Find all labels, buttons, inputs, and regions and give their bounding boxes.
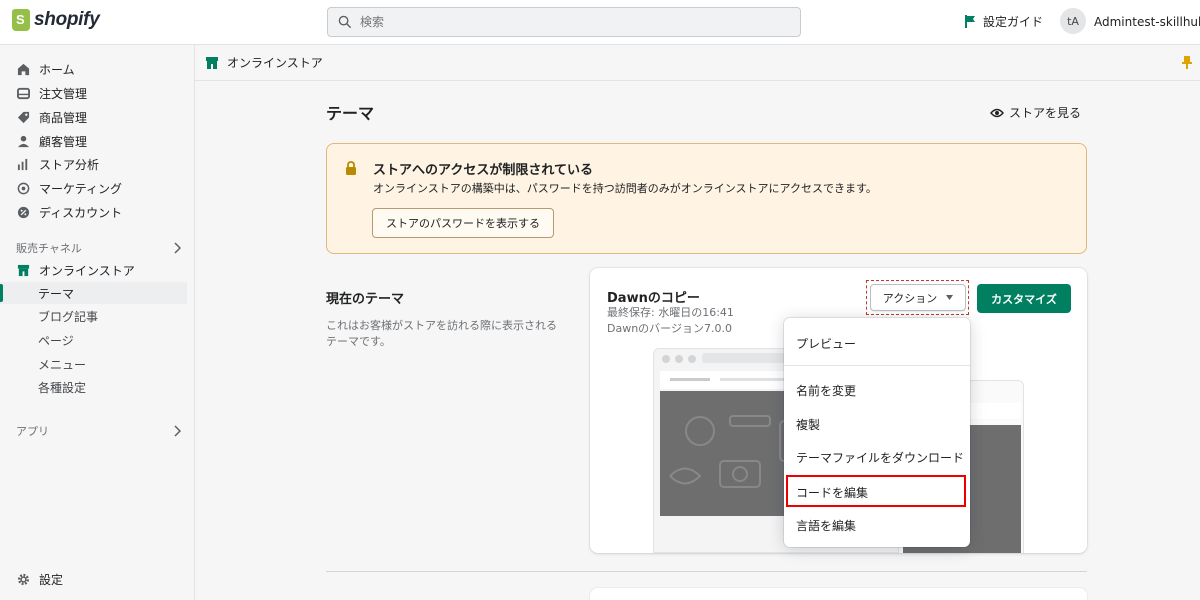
menu-item-edit-languages[interactable]: 言語を編集 <box>796 517 856 534</box>
lock-icon <box>346 161 356 175</box>
sales-channels-label: 販売チャネル <box>16 242 82 255</box>
setup-guide-label: 設定ガイド <box>983 15 1044 29</box>
actions-dropdown-menu: プレビュー 名前を変更 複製 テーマファイルをダウンロード コードを編集 言語を… <box>784 318 970 547</box>
sidebar-item-label: 商品管理 <box>39 110 88 125</box>
shopify-logo[interactable]: shopify <box>12 9 100 31</box>
theme-name: Dawnのコピー <box>607 291 700 306</box>
chevron-right-icon <box>174 425 181 437</box>
banner-title: ストアへのアクセスが制限されている <box>373 163 593 178</box>
gear-icon <box>16 572 30 586</box>
actions-button-label: アクション <box>882 291 938 305</box>
page-title: テーマ <box>326 104 375 123</box>
discount-icon <box>16 205 30 219</box>
sidebar: ホーム 注文管理 商品管理 顧客管理 ストア分析 マーケティング ディスカウント… <box>0 45 195 600</box>
browser-dots <box>662 355 696 363</box>
access-restricted-banner: ストアへのアクセスが制限されている オンラインストアの構築中は、パスワードを持つ… <box>326 143 1087 254</box>
search-icon <box>338 15 352 29</box>
banner-description: オンラインストアの構築中は、パスワードを持つ訪問者のみがオンラインストアにアクセ… <box>373 182 877 195</box>
sidebar-item-label: 顧客管理 <box>39 134 88 149</box>
menu-item-preview[interactable]: プレビュー <box>796 335 856 352</box>
view-store-link[interactable]: ストアを見る <box>990 104 1081 121</box>
apps-header[interactable]: アプリ <box>16 423 181 439</box>
sidebar-item-preferences[interactable]: 各種設定 <box>0 376 187 398</box>
sidebar-item-label: 設定 <box>39 572 64 587</box>
online-store-bar: オンラインストア <box>195 45 1200 81</box>
sales-channels-header[interactable]: 販売チャネル <box>16 240 181 256</box>
sidebar-item-customers[interactable]: 顧客管理 <box>0 130 187 152</box>
sidebar-item-products[interactable]: 商品管理 <box>0 106 187 128</box>
eye-icon <box>990 108 1004 117</box>
store-icon <box>206 56 218 69</box>
search-input[interactable] <box>360 15 760 29</box>
sidebar-item-settings[interactable]: 設定 <box>0 568 187 590</box>
sidebar-subitem-label: メニュー <box>38 357 87 372</box>
sidebar-subitem-label: テーマ <box>38 286 75 301</box>
sidebar-item-pages[interactable]: ページ <box>0 329 187 351</box>
section-divider <box>326 571 1087 572</box>
current-theme-heading: 現在のテーマ <box>326 292 405 307</box>
target-icon <box>16 181 30 195</box>
logo-text: shopify <box>34 9 100 30</box>
theme-last-saved: 最終保存: 水曜日の16:41 <box>607 306 734 319</box>
menu-divider <box>784 365 970 366</box>
sidebar-item-label: ストア分析 <box>39 157 100 172</box>
top-bar: shopify 設定ガイド tA Admintest-skillhubス <box>0 0 1200 45</box>
current-theme-description: これはお客様がストアを訪れる際に表示されるテーマです。 <box>326 319 557 348</box>
setup-guide-button[interactable]: 設定ガイド <box>964 13 1043 30</box>
menu-item-download-theme-file[interactable]: テーマファイルをダウンロード <box>796 449 964 466</box>
flag-icon <box>965 15 975 28</box>
customize-button[interactable]: カスタマイズ <box>977 284 1071 313</box>
inbox-icon <box>16 86 30 100</box>
sidebar-subitem-label: 各種設定 <box>38 380 87 395</box>
bar-chart-icon <box>16 157 30 171</box>
sidebar-subitem-label: ブログ記事 <box>38 309 99 324</box>
sidebar-item-home[interactable]: ホーム <box>0 58 187 80</box>
view-store-label: ストアを見る <box>1009 106 1082 120</box>
tag-icon <box>16 110 30 124</box>
sidebar-item-label: ディスカウント <box>39 205 123 220</box>
sidebar-item-label: マーケティング <box>39 181 123 196</box>
chevron-right-icon <box>174 242 181 254</box>
sidebar-item-label: ホーム <box>39 62 75 77</box>
sidebar-subitem-label: ページ <box>38 333 74 348</box>
sidebar-item-orders[interactable]: 注文管理 <box>0 82 187 104</box>
person-icon <box>16 134 30 148</box>
avatar: tA <box>1060 8 1086 34</box>
sidebar-item-online-store[interactable]: オンラインストア <box>0 259 187 281</box>
menu-item-duplicate[interactable]: 複製 <box>796 416 820 433</box>
account-menu[interactable]: tA Admintest-skillhubス <box>1060 8 1200 34</box>
menu-item-edit-code[interactable]: コードを編集 <box>796 484 868 501</box>
caret-down-icon <box>946 295 954 300</box>
store-bar-title: オンラインストア <box>227 56 323 70</box>
store-icon <box>16 263 30 277</box>
theme-version: Dawnのバージョン7.0.0 <box>607 322 732 335</box>
actions-button[interactable]: アクション <box>870 284 966 311</box>
apps-label: アプリ <box>16 425 49 438</box>
actions-button-focus-outline: アクション <box>866 280 969 315</box>
sidebar-item-marketing[interactable]: マーケティング <box>0 177 187 199</box>
menu-item-rename[interactable]: 名前を変更 <box>796 382 856 399</box>
account-name: Admintest-skillhubス <box>1094 14 1200 29</box>
sidebar-item-navigation[interactable]: メニュー <box>0 353 187 375</box>
pin-icon[interactable] <box>1182 56 1192 69</box>
theme-meta: 最終保存: 水曜日の16:41 Dawnのバージョン7.0.0 <box>607 305 734 337</box>
sidebar-item-discounts[interactable]: ディスカウント <box>0 201 187 223</box>
sidebar-item-themes[interactable]: テーマ <box>0 282 187 304</box>
active-indicator <box>0 284 3 302</box>
online-store-label: オンラインストア <box>39 263 135 278</box>
search-bar[interactable] <box>327 7 801 37</box>
sidebar-item-label: 注文管理 <box>39 86 88 101</box>
theme-library-card <box>590 588 1087 600</box>
home-icon <box>16 62 30 76</box>
show-store-password-button[interactable]: ストアのパスワードを表示する <box>372 208 554 238</box>
sidebar-item-analytics[interactable]: ストア分析 <box>0 153 187 175</box>
shopify-bag-icon <box>12 9 30 31</box>
sidebar-item-blog-posts[interactable]: ブログ記事 <box>0 305 187 327</box>
